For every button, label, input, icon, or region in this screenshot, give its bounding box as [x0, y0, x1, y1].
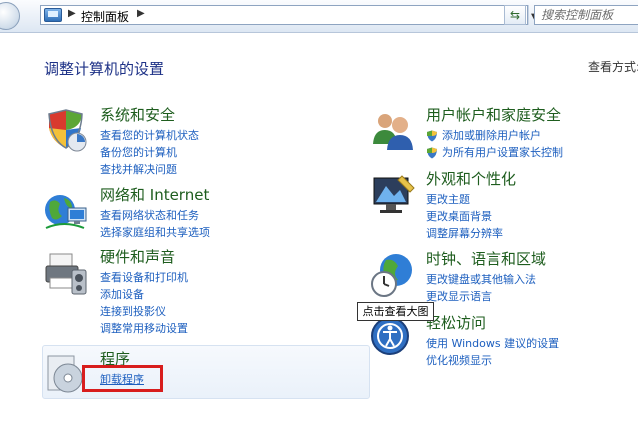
- link-network-status[interactable]: 查看网络状态和任务: [100, 207, 210, 224]
- search-input[interactable]: [541, 7, 637, 23]
- uac-shield-icon: [427, 147, 437, 159]
- link-connect-projector[interactable]: 连接到投影仪: [100, 303, 188, 320]
- view-by-label[interactable]: 查看方式:: [588, 58, 638, 75]
- ease-of-access-icon[interactable]: [370, 316, 416, 362]
- tooltip: 点击查看大图: [357, 302, 434, 321]
- link-check-computer-status[interactable]: 查看您的计算机状态: [100, 127, 199, 144]
- link-desktop-background[interactable]: 更改桌面背景: [426, 208, 503, 225]
- link-add-device[interactable]: 添加设备: [100, 286, 188, 303]
- category-title[interactable]: 系统和安全: [100, 104, 175, 125]
- breadcrumb[interactable]: 控制面板: [81, 8, 129, 25]
- link-parental-controls[interactable]: 为所有用户设置家长控制: [426, 144, 563, 161]
- link-add-remove-users[interactable]: 添加或删除用户帐户: [426, 127, 563, 144]
- link-troubleshoot[interactable]: 查找并解决问题: [100, 161, 199, 178]
- back-button[interactable]: [0, 2, 20, 30]
- link-screen-resolution[interactable]: 调整屏幕分辨率: [426, 225, 503, 242]
- link-change-input-method[interactable]: 更改键盘或其他输入法: [426, 271, 536, 288]
- display-icon[interactable]: [370, 172, 416, 218]
- red-highlight-box: [82, 365, 163, 392]
- link-change-theme[interactable]: 更改主题: [426, 191, 503, 208]
- link-display-language[interactable]: 更改显示语言: [426, 288, 536, 305]
- category-title[interactable]: 网络和 Internet: [100, 184, 209, 205]
- link-recommended-settings[interactable]: 使用 Windows 建议的设置: [426, 335, 559, 352]
- category-title[interactable]: 硬件和声音: [100, 246, 175, 267]
- category-title[interactable]: 用户帐户和家庭安全: [426, 104, 561, 125]
- link-backup-computer[interactable]: 备份您的计算机: [100, 144, 199, 161]
- address-bar[interactable]: ▶ 控制面板 ▶ ▼: [40, 5, 539, 25]
- printer-icon[interactable]: [44, 250, 90, 296]
- security-shield-icon[interactable]: [44, 108, 90, 154]
- link-label: 添加或删除用户帐户: [442, 129, 541, 142]
- network-globe-icon[interactable]: [44, 188, 90, 234]
- category-title[interactable]: 外观和个性化: [426, 168, 516, 189]
- control-panel-icon: [44, 8, 62, 22]
- uac-shield-icon: [427, 130, 437, 142]
- breadcrumb-arrow-icon[interactable]: ▶: [137, 8, 145, 19]
- breadcrumb-arrow-icon[interactable]: ▶: [68, 8, 76, 19]
- link-devices-printers[interactable]: 查看设备和打印机: [100, 269, 188, 286]
- refresh-button[interactable]: ⇆: [504, 5, 526, 25]
- category-title[interactable]: 轻松访问: [426, 312, 486, 333]
- link-optimize-video[interactable]: 优化视频显示: [426, 352, 559, 369]
- clock-globe-icon[interactable]: [370, 252, 416, 298]
- divider: [528, 5, 529, 25]
- link-label: 为所有用户设置家长控制: [442, 146, 563, 159]
- search-box[interactable]: [534, 5, 638, 25]
- page-title: 调整计算机的设置: [44, 60, 165, 78]
- address-bar-area: ▶ 控制面板 ▶ ▼ ⇆: [0, 0, 638, 33]
- link-mobility-settings[interactable]: 调整常用移动设置: [100, 320, 188, 337]
- link-homegroup-sharing[interactable]: 选择家庭组和共享选项: [100, 224, 210, 241]
- category-title[interactable]: 时钟、语言和区域: [426, 248, 546, 269]
- users-icon[interactable]: [370, 108, 416, 154]
